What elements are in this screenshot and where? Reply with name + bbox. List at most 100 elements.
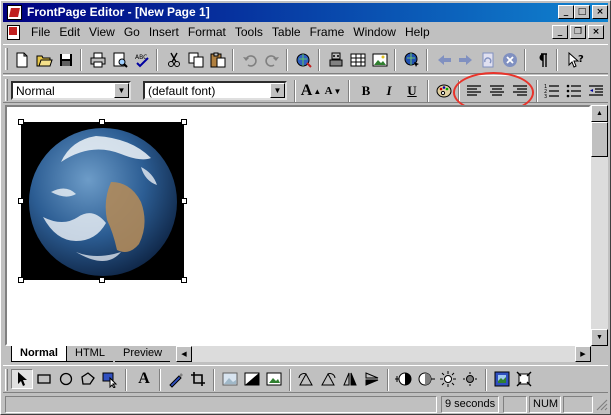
tab-preview[interactable]: Preview	[115, 346, 171, 362]
rotate-right-icon[interactable]	[317, 369, 339, 389]
scroll-thumb[interactable]	[591, 122, 608, 157]
menu-frame[interactable]: Frame	[306, 25, 350, 40]
resize-handle[interactable]	[99, 119, 105, 125]
earth-globe-image[interactable]	[18, 119, 187, 283]
text-tool-button[interactable]: A	[133, 369, 155, 389]
toolbar-grip[interactable]	[5, 79, 8, 101]
title-bar[interactable]: FrontPage Editor - [New Page 1] _ □ ×	[3, 3, 608, 22]
flip-icon[interactable]	[361, 369, 383, 389]
washout-icon[interactable]	[219, 369, 241, 389]
resize-handle[interactable]	[181, 277, 187, 283]
resize-handle[interactable]	[99, 277, 105, 283]
document-minimize-button[interactable]: _	[552, 25, 568, 39]
maximize-button[interactable]: □	[574, 5, 590, 19]
frontpage-app-icon[interactable]	[7, 5, 22, 20]
less-contrast-icon[interactable]	[415, 369, 437, 389]
refresh-icon[interactable]	[477, 50, 499, 70]
decrease-indent-icon[interactable]	[585, 81, 607, 101]
paste-clipboard-icon[interactable]	[207, 50, 229, 70]
size-grip-icon[interactable]	[596, 399, 608, 411]
align-left-icon[interactable]	[463, 81, 485, 101]
back-arrow-icon[interactable]	[433, 50, 455, 70]
document-restore-button[interactable]: ❐	[570, 25, 586, 39]
scroll-left-icon[interactable]: ◀	[176, 346, 192, 362]
chevron-down-icon[interactable]: ▼	[114, 83, 129, 98]
help-pointer-icon[interactable]: ?	[565, 50, 587, 70]
undo-icon[interactable]	[239, 50, 261, 70]
spelling-icon[interactable]: ABC	[131, 50, 153, 70]
resample-icon[interactable]	[513, 369, 535, 389]
rectangle-hotspot-icon[interactable]	[33, 369, 55, 389]
make-transparent-icon[interactable]	[165, 369, 187, 389]
style-dropdown[interactable]: Normal ▼	[11, 81, 131, 100]
resize-handle[interactable]	[18, 119, 24, 125]
resize-handle[interactable]	[181, 198, 187, 204]
restore-image-icon[interactable]	[263, 369, 285, 389]
scroll-right-icon[interactable]: ▶	[575, 346, 591, 362]
scroll-up-icon[interactable]: ▲	[591, 105, 608, 122]
paragraph-marks-icon[interactable]	[531, 50, 553, 70]
reverse-icon[interactable]	[339, 369, 361, 389]
insert-table-icon[interactable]	[347, 50, 369, 70]
italic-button[interactable]: I	[378, 81, 400, 101]
menu-help[interactable]: Help	[401, 25, 435, 40]
print-icon[interactable]	[87, 50, 109, 70]
bold-button[interactable]: B	[355, 81, 377, 101]
menu-format[interactable]: Format	[184, 25, 231, 40]
bevel-icon[interactable]	[491, 369, 513, 389]
minimize-button[interactable]: _	[558, 5, 574, 19]
stop-icon[interactable]	[499, 50, 521, 70]
increase-font-size-button[interactable]: A ▲	[300, 81, 322, 101]
resize-handle[interactable]	[18, 277, 24, 283]
highlight-hotspots-icon[interactable]	[99, 369, 121, 389]
underline-button[interactable]: U	[401, 81, 423, 101]
black-and-white-icon[interactable]	[241, 369, 263, 389]
circle-hotspot-icon[interactable]	[55, 369, 77, 389]
document-icon[interactable]	[7, 25, 20, 40]
font-dropdown[interactable]: (default font) ▼	[143, 81, 287, 100]
menu-insert[interactable]: Insert	[145, 25, 184, 40]
menu-table[interactable]: Table	[268, 25, 306, 40]
redo-icon[interactable]	[261, 50, 283, 70]
cut-scissors-icon[interactable]	[163, 50, 185, 70]
resize-handle[interactable]	[181, 119, 187, 125]
crop-icon[interactable]	[187, 369, 209, 389]
tab-normal[interactable]: Normal	[11, 346, 67, 362]
chevron-down-icon[interactable]: ▼	[270, 83, 285, 98]
menu-edit[interactable]: Edit	[55, 25, 85, 40]
webbot-component-icon[interactable]	[325, 50, 347, 70]
print-preview-icon[interactable]	[109, 50, 131, 70]
menu-file[interactable]: File	[27, 25, 55, 40]
open-folder-icon[interactable]	[33, 50, 55, 70]
document-close-button[interactable]: ×	[588, 25, 604, 39]
align-center-icon[interactable]	[486, 81, 508, 101]
copy-icon[interactable]	[185, 50, 207, 70]
rotate-left-icon[interactable]	[295, 369, 317, 389]
numbered-list-icon[interactable]: 123	[541, 81, 563, 101]
horizontal-scrollbar[interactable]: ◀ ▶	[176, 346, 591, 362]
resize-handle[interactable]	[18, 198, 24, 204]
menu-go[interactable]: Go	[120, 25, 145, 40]
less-brightness-icon[interactable]	[459, 369, 481, 389]
more-brightness-icon[interactable]	[437, 369, 459, 389]
tab-html[interactable]: HTML	[67, 346, 113, 362]
scroll-down-icon[interactable]: ▼	[591, 329, 608, 346]
hyperlink-globe-icon[interactable]	[293, 50, 315, 70]
new-page-icon[interactable]	[11, 50, 33, 70]
close-button[interactable]: ×	[592, 5, 608, 19]
save-disk-icon[interactable]	[55, 50, 77, 70]
align-right-icon[interactable]	[509, 81, 531, 101]
polygon-hotspot-icon[interactable]	[77, 369, 99, 389]
menu-view[interactable]: View	[85, 25, 120, 40]
text-color-palette-icon[interactable]	[433, 81, 455, 101]
menu-window[interactable]: Window	[349, 25, 401, 40]
bulleted-list-icon[interactable]	[563, 81, 585, 101]
toolbar-grip[interactable]	[5, 369, 8, 391]
select-arrow-icon[interactable]	[11, 369, 33, 389]
toolbar-grip[interactable]	[5, 48, 8, 70]
more-contrast-icon[interactable]	[393, 369, 415, 389]
insert-image-icon[interactable]	[369, 50, 391, 70]
vertical-scrollbar[interactable]: ▲ ▼	[591, 105, 608, 346]
forward-arrow-icon[interactable]	[455, 50, 477, 70]
follow-link-icon[interactable]	[401, 50, 423, 70]
